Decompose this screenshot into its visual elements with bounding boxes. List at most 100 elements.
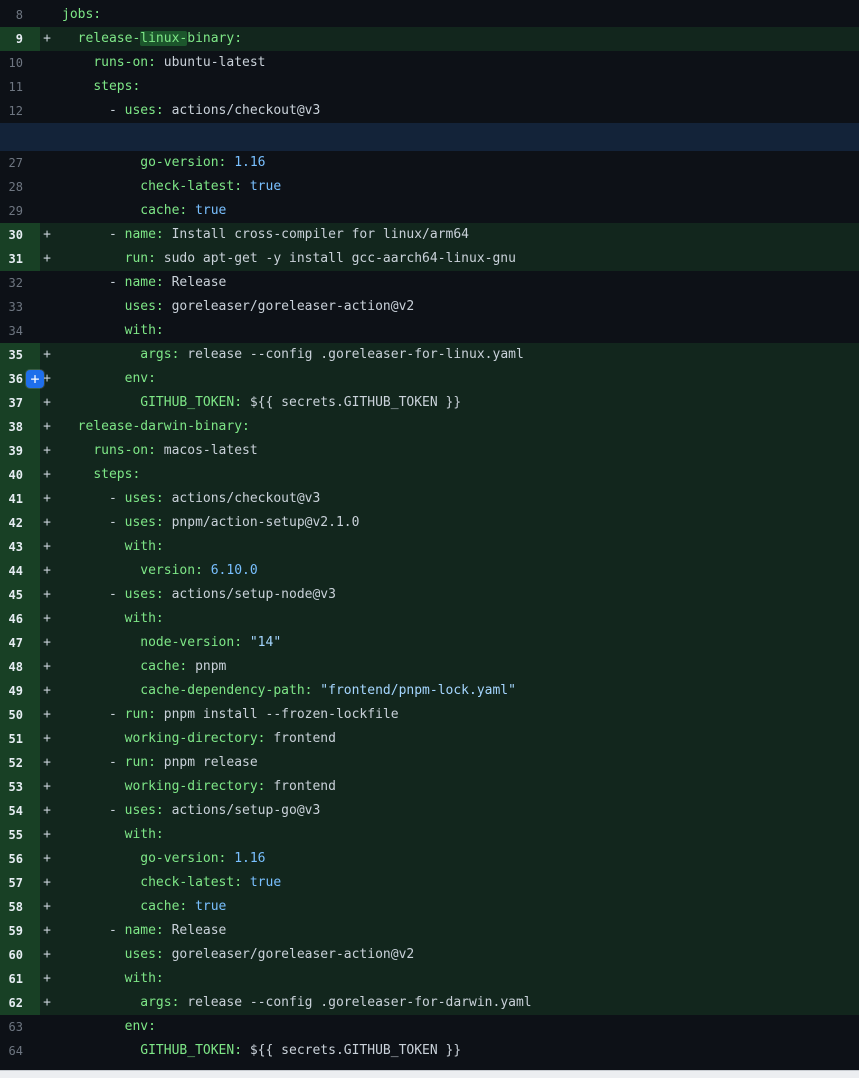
code-text: cache-dependency-path: "frontend/pnpm-lo… bbox=[54, 679, 516, 703]
line-number[interactable]: 29 bbox=[0, 199, 40, 223]
line-number[interactable]: 43 bbox=[0, 535, 40, 559]
diff-line: 9+ release-linux-binary: bbox=[0, 27, 859, 51]
line-number[interactable]: 41 bbox=[0, 487, 40, 511]
expand-hidden-lines-row[interactable] bbox=[0, 123, 859, 151]
code-text: release-linux-binary: bbox=[54, 27, 242, 51]
code-text: check-latest: true bbox=[54, 871, 281, 895]
diff-line: 64 GITHUB_TOKEN: ${{ secrets.GITHUB_TOKE… bbox=[0, 1039, 859, 1063]
line-number[interactable]: 58 bbox=[0, 895, 40, 919]
code-text: working-directory: frontend bbox=[54, 775, 336, 799]
line-number[interactable]: 46 bbox=[0, 607, 40, 631]
code-text: steps: bbox=[54, 463, 140, 487]
line-number[interactable]: 57 bbox=[0, 871, 40, 895]
diff-marker: + bbox=[40, 343, 54, 367]
line-number[interactable]: 52 bbox=[0, 751, 40, 775]
diff-marker: + bbox=[40, 27, 54, 51]
line-number[interactable]: 31 bbox=[0, 247, 40, 271]
code-text: env: bbox=[54, 1015, 156, 1039]
line-number[interactable]: 51 bbox=[0, 727, 40, 751]
code-text: - uses: pnpm/action-setup@v2.1.0 bbox=[54, 511, 359, 535]
diff-line: 53+ working-directory: frontend bbox=[0, 775, 859, 799]
diff-marker: + bbox=[40, 799, 54, 823]
line-number[interactable]: 10 bbox=[0, 51, 40, 75]
line-number[interactable]: 42 bbox=[0, 511, 40, 535]
line-number[interactable]: 27 bbox=[0, 151, 40, 175]
diff-marker bbox=[40, 51, 54, 75]
diff-line: 52+ - run: pnpm release bbox=[0, 751, 859, 775]
diff-line: 8jobs: bbox=[0, 3, 859, 27]
diff-line: 60+ uses: goreleaser/goreleaser-action@v… bbox=[0, 943, 859, 967]
line-number[interactable]: 28 bbox=[0, 175, 40, 199]
diff-marker: + bbox=[40, 727, 54, 751]
line-number[interactable]: 50 bbox=[0, 703, 40, 727]
line-number[interactable]: 40 bbox=[0, 463, 40, 487]
line-number[interactable]: 11 bbox=[0, 75, 40, 99]
diff-marker: + bbox=[40, 967, 54, 991]
line-number[interactable]: 61 bbox=[0, 967, 40, 991]
code-text: runs-on: ubuntu-latest bbox=[54, 51, 266, 75]
diff-marker: + bbox=[40, 871, 54, 895]
diff-line: 57+ check-latest: true bbox=[0, 871, 859, 895]
diff-marker bbox=[40, 175, 54, 199]
diff-line: 39+ runs-on: macos-latest bbox=[0, 439, 859, 463]
line-number[interactable]: 55 bbox=[0, 823, 40, 847]
diff-line: 45+ - uses: actions/setup-node@v3 bbox=[0, 583, 859, 607]
diff-line: 29 cache: true bbox=[0, 199, 859, 223]
line-number[interactable]: 44 bbox=[0, 559, 40, 583]
line-number[interactable]: 39 bbox=[0, 439, 40, 463]
line-number[interactable]: 45 bbox=[0, 583, 40, 607]
line-number[interactable]: 60 bbox=[0, 943, 40, 967]
diff-marker: + bbox=[40, 439, 54, 463]
line-number[interactable]: 48 bbox=[0, 655, 40, 679]
diff-line: 44+ version: 6.10.0 bbox=[0, 559, 859, 583]
line-number[interactable]: 9 bbox=[0, 27, 40, 51]
code-text: args: release --config .goreleaser-for-d… bbox=[54, 991, 532, 1015]
line-number[interactable]: 33 bbox=[0, 295, 40, 319]
diff-marker: + bbox=[40, 583, 54, 607]
diff-line: 49+ cache-dependency-path: "frontend/pnp… bbox=[0, 679, 859, 703]
diff-line: 54+ - uses: actions/setup-go@v3 bbox=[0, 799, 859, 823]
line-number[interactable]: 63 bbox=[0, 1015, 40, 1039]
code-text: with: bbox=[54, 535, 164, 559]
line-number[interactable]: 34 bbox=[0, 319, 40, 343]
diff-marker: + bbox=[40, 991, 54, 1015]
code-text: uses: goreleaser/goreleaser-action@v2 bbox=[54, 295, 414, 319]
diff-marker: + bbox=[40, 607, 54, 631]
code-text: node-version: "14" bbox=[54, 631, 281, 655]
line-number[interactable]: 64 bbox=[0, 1039, 40, 1063]
add-comment-button[interactable]: + bbox=[26, 370, 44, 388]
line-number[interactable]: 8 bbox=[0, 3, 40, 27]
diff-marker: + bbox=[40, 751, 54, 775]
line-number[interactable]: 47 bbox=[0, 631, 40, 655]
diff-marker: + bbox=[40, 703, 54, 727]
code-text: runs-on: macos-latest bbox=[54, 439, 258, 463]
line-number[interactable]: 56 bbox=[0, 847, 40, 871]
line-number[interactable]: 62 bbox=[0, 991, 40, 1015]
line-number[interactable]: 30 bbox=[0, 223, 40, 247]
code-text: check-latest: true bbox=[54, 175, 281, 199]
code-text: - run: pnpm install --frozen-lockfile bbox=[54, 703, 399, 727]
line-number[interactable]: 38 bbox=[0, 415, 40, 439]
code-text: with: bbox=[54, 967, 164, 991]
line-number[interactable]: 59 bbox=[0, 919, 40, 943]
code-text: GITHUB_TOKEN: ${{ secrets.GITHUB_TOKEN }… bbox=[54, 1039, 461, 1063]
code-text: - name: Install cross-compiler for linux… bbox=[54, 223, 469, 247]
diff-line: 11 steps: bbox=[0, 75, 859, 99]
code-text: - name: Release bbox=[54, 919, 226, 943]
diff-marker bbox=[40, 319, 54, 343]
diff-marker: + bbox=[40, 919, 54, 943]
line-number[interactable]: 54 bbox=[0, 799, 40, 823]
diff-marker bbox=[40, 295, 54, 319]
line-number[interactable]: 35 bbox=[0, 343, 40, 367]
line-number[interactable]: 12 bbox=[0, 99, 40, 123]
code-text: go-version: 1.16 bbox=[54, 847, 266, 871]
line-number[interactable]: 37 bbox=[0, 391, 40, 415]
code-text: run: sudo apt-get -y install gcc-aarch64… bbox=[54, 247, 516, 271]
line-number[interactable]: 53 bbox=[0, 775, 40, 799]
diff-line: 36+ env:+ bbox=[0, 367, 859, 391]
line-number[interactable]: 32 bbox=[0, 271, 40, 295]
diff-marker bbox=[40, 3, 54, 27]
diff-line: 55+ with: bbox=[0, 823, 859, 847]
line-number[interactable]: 49 bbox=[0, 679, 40, 703]
diff-line: 41+ - uses: actions/checkout@v3 bbox=[0, 487, 859, 511]
